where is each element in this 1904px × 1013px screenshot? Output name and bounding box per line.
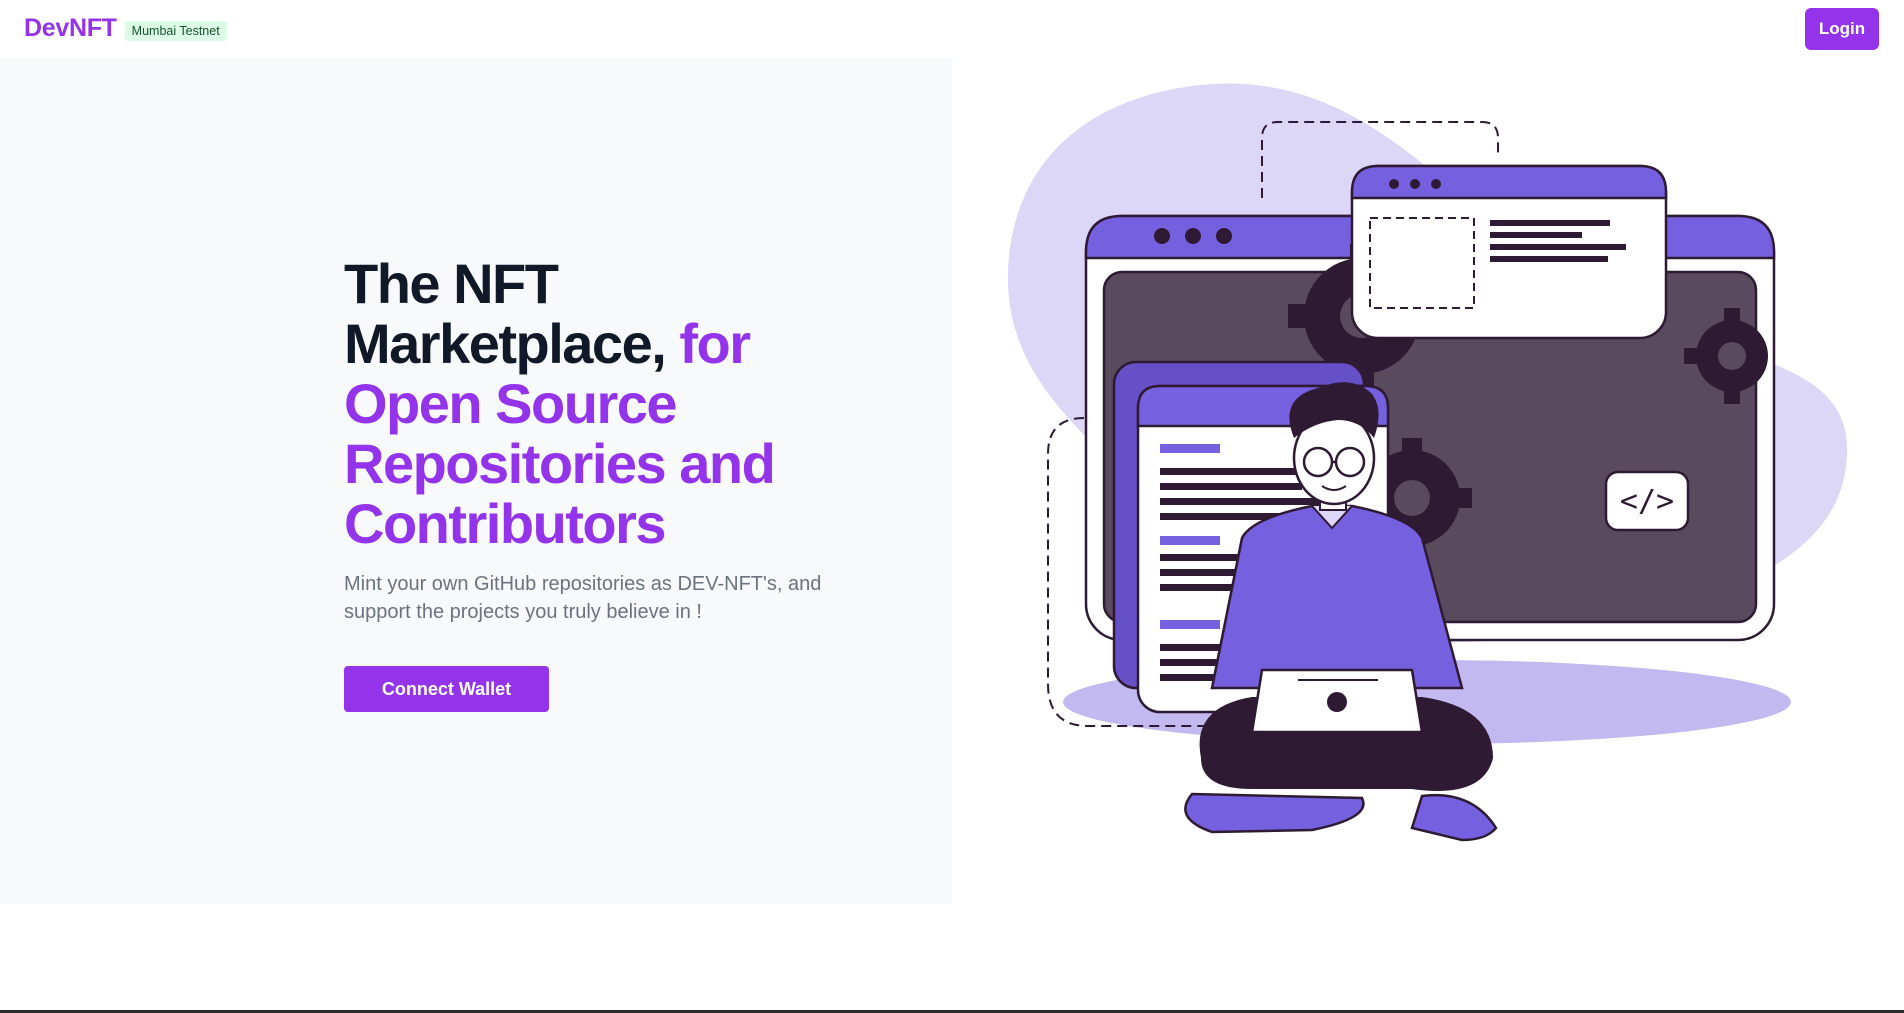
code-window-icon bbox=[1350, 164, 1668, 340]
hero-title: The NFT Marketplace, for Open Source Rep… bbox=[344, 254, 864, 554]
connect-wallet-button[interactable]: Connect Wallet bbox=[344, 666, 549, 712]
hero-section: The NFT Marketplace, for Open Source Rep… bbox=[0, 58, 952, 904]
code-badge-icon: </> bbox=[1604, 470, 1690, 532]
login-button[interactable]: Login bbox=[1805, 8, 1879, 50]
hero-title-dark: The NFT Marketplace, bbox=[344, 252, 680, 375]
code-badge-text: </> bbox=[1620, 484, 1674, 519]
brand-logo-text[interactable]: DevNFT bbox=[24, 14, 117, 43]
hero-subtitle: Mint your own GitHub repositories as DEV… bbox=[344, 573, 822, 623]
hero-illustration: </> bbox=[952, 58, 1904, 918]
page: DevNFT Mumbai Testnet Login The NFT Mark… bbox=[0, 0, 1904, 1013]
network-badge: Mumbai Testnet bbox=[124, 20, 227, 41]
brand: DevNFT Mumbai Testnet bbox=[24, 14, 227, 43]
top-nav: DevNFT Mumbai Testnet Login bbox=[0, 0, 1904, 58]
